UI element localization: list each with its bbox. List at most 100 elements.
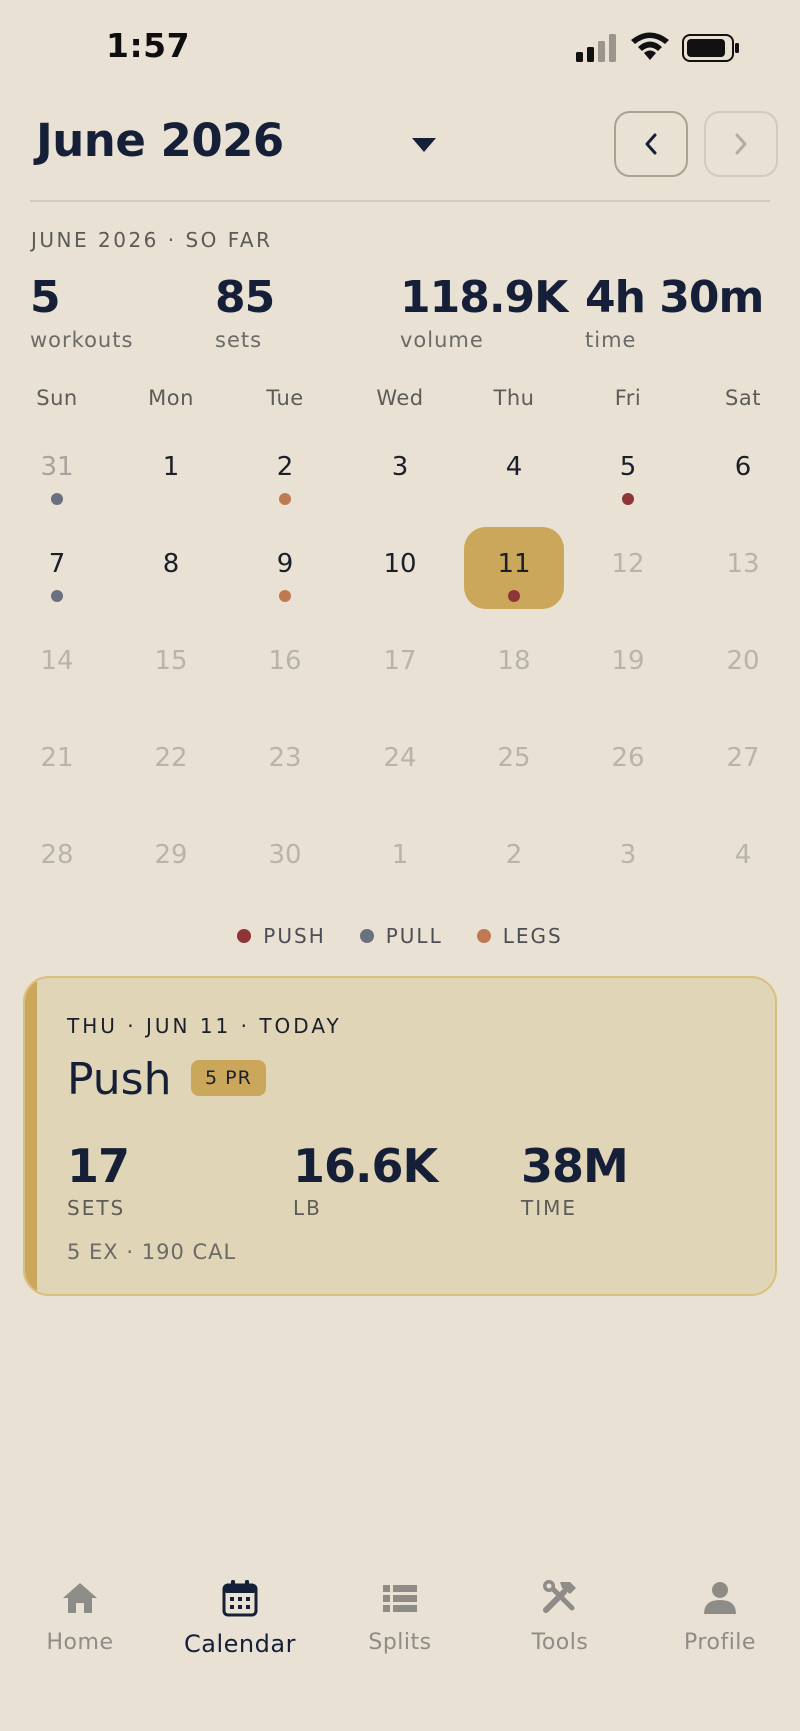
legend-item-push: PUSH bbox=[237, 924, 325, 948]
calendar-day[interactable]: 14 bbox=[7, 624, 107, 706]
calendar-day[interactable]: 27 bbox=[693, 721, 793, 803]
calendar-day[interactable]: 31 bbox=[7, 430, 107, 512]
stat-label: time bbox=[585, 328, 637, 352]
calendar-day[interactable]: 4 bbox=[693, 818, 793, 900]
tab-label: Tools bbox=[531, 1630, 589, 1655]
push-workout-dot bbox=[622, 493, 634, 505]
header-divider bbox=[30, 200, 770, 202]
calendar-grid: 31 1 2 3 4 5 6 7 8 9 10 11 12 13 14 15 16 17 18 19 20 21 22 23 2… bbox=[0, 430, 800, 910]
pr-badge: 5 PR bbox=[191, 1060, 266, 1096]
stat-time: 4h 30m time bbox=[585, 270, 785, 352]
day-number: 31 bbox=[40, 452, 74, 482]
day-number: 13 bbox=[726, 549, 760, 579]
day-number: 24 bbox=[383, 743, 417, 773]
calendar-day[interactable]: 29 bbox=[121, 818, 221, 900]
stat-label: sets bbox=[215, 328, 263, 352]
day-number: 4 bbox=[734, 840, 752, 870]
calendar-day[interactable]: 13 bbox=[693, 527, 793, 609]
day-number: 6 bbox=[734, 452, 752, 482]
chevron-right-icon bbox=[735, 133, 747, 155]
calendar-day[interactable]: 3 bbox=[578, 818, 678, 900]
day-number: 30 bbox=[268, 840, 302, 870]
status-time: 1:57 bbox=[106, 26, 191, 65]
calendar-day[interactable]: 25 bbox=[464, 721, 564, 803]
day-number: 19 bbox=[611, 646, 645, 676]
stat-label: workouts bbox=[30, 328, 134, 352]
weekday-label: Thu bbox=[493, 386, 535, 410]
previous-month-button[interactable] bbox=[614, 111, 688, 177]
workout-stat-sets: 17 SETS bbox=[67, 1139, 130, 1220]
stat-value: 4h 30m bbox=[585, 272, 764, 323]
tab-tools[interactable]: Tools bbox=[480, 1568, 640, 1655]
calendar-day[interactable]: 21 bbox=[7, 721, 107, 803]
weekday-label: Sun bbox=[36, 386, 78, 410]
day-number: 10 bbox=[383, 549, 417, 579]
month-selector[interactable]: June 2026 bbox=[36, 114, 284, 167]
calendar-day[interactable]: 20 bbox=[693, 624, 793, 706]
calendar-day[interactable]: 22 bbox=[121, 721, 221, 803]
calendar-day[interactable]: 8 bbox=[121, 527, 221, 609]
day-number: 21 bbox=[40, 743, 74, 773]
day-number: 4 bbox=[505, 452, 523, 482]
calendar-day[interactable]: 15 bbox=[121, 624, 221, 706]
calendar-day[interactable]: 16 bbox=[235, 624, 335, 706]
calendar-day[interactable]: 26 bbox=[578, 721, 678, 803]
calendar-day[interactable]: 4 bbox=[464, 430, 564, 512]
stat-sets: 85 sets bbox=[215, 270, 395, 352]
workout-stat-time: 38M TIME bbox=[521, 1140, 629, 1220]
calendar-day[interactable]: 9 bbox=[235, 527, 335, 609]
calendar-day[interactable]: 10 bbox=[350, 527, 450, 609]
day-number: 29 bbox=[154, 840, 188, 870]
calendar-day[interactable]: 18 bbox=[464, 624, 564, 706]
tab-bar: Home Calendar Splits Tools Profile bbox=[0, 1568, 800, 1678]
calendar-day[interactable]: 3 bbox=[350, 430, 450, 512]
list-icon bbox=[383, 1585, 417, 1612]
status-bar: 1:57 bbox=[0, 0, 800, 96]
stat-label: volume bbox=[400, 328, 484, 352]
tab-home[interactable]: Home bbox=[0, 1568, 160, 1655]
weekday-label: Mon bbox=[148, 386, 194, 410]
calendar-day[interactable]: 17 bbox=[350, 624, 450, 706]
calendar-icon bbox=[222, 1580, 258, 1617]
day-number: 14 bbox=[40, 646, 74, 676]
workout-card[interactable]: THU · JUN 11 · TODAY Push 5 PR 17 SETS 1… bbox=[23, 976, 777, 1296]
tab-profile[interactable]: Profile bbox=[640, 1568, 800, 1655]
tab-calendar[interactable]: Calendar bbox=[160, 1568, 320, 1658]
calendar-day[interactable]: 1 bbox=[121, 430, 221, 512]
calendar-day[interactable]: 30 bbox=[235, 818, 335, 900]
calendar-day-today[interactable]: 11 bbox=[464, 527, 564, 609]
day-number: 2 bbox=[505, 840, 523, 870]
day-number: 26 bbox=[611, 743, 645, 773]
tab-splits[interactable]: Splits bbox=[320, 1568, 480, 1655]
legend-label: LEGS bbox=[502, 924, 563, 948]
wifi-icon bbox=[631, 32, 669, 60]
calendar-day[interactable]: 12 bbox=[578, 527, 678, 609]
pull-dot-icon bbox=[359, 929, 374, 943]
person-icon bbox=[704, 1582, 736, 1614]
workout-type-legend: PUSH PULL LEGS bbox=[0, 924, 800, 948]
calendar-day[interactable]: 7 bbox=[7, 527, 107, 609]
calendar-day[interactable]: 24 bbox=[350, 721, 450, 803]
push-workout-dot bbox=[508, 590, 520, 602]
day-number: 27 bbox=[726, 743, 760, 773]
workout-summary: 5 EX · 190 CAL bbox=[67, 1240, 237, 1264]
next-month-button[interactable] bbox=[704, 111, 778, 177]
workout-stat-label: TIME bbox=[521, 1196, 578, 1220]
calendar-day[interactable]: 6 bbox=[693, 430, 793, 512]
day-number: 1 bbox=[162, 452, 180, 482]
calendar-day[interactable]: 19 bbox=[578, 624, 678, 706]
calendar-day[interactable]: 2 bbox=[464, 818, 564, 900]
workout-stat-label: SETS bbox=[67, 1196, 126, 1220]
calendar-day[interactable]: 2 bbox=[235, 430, 335, 512]
workout-stat-value: 17 bbox=[67, 1139, 130, 1193]
day-number: 2 bbox=[276, 452, 294, 482]
legend-label: PULL bbox=[385, 924, 443, 948]
calendar-day[interactable]: 28 bbox=[7, 818, 107, 900]
calendar-day[interactable]: 5 bbox=[578, 430, 678, 512]
calendar-day[interactable]: 23 bbox=[235, 721, 335, 803]
caret-down-icon[interactable] bbox=[412, 138, 436, 152]
pull-workout-dot bbox=[51, 590, 63, 602]
calendar-day[interactable]: 1 bbox=[350, 818, 450, 900]
legs-dot-icon bbox=[476, 929, 491, 943]
stat-value: 85 bbox=[215, 272, 275, 323]
